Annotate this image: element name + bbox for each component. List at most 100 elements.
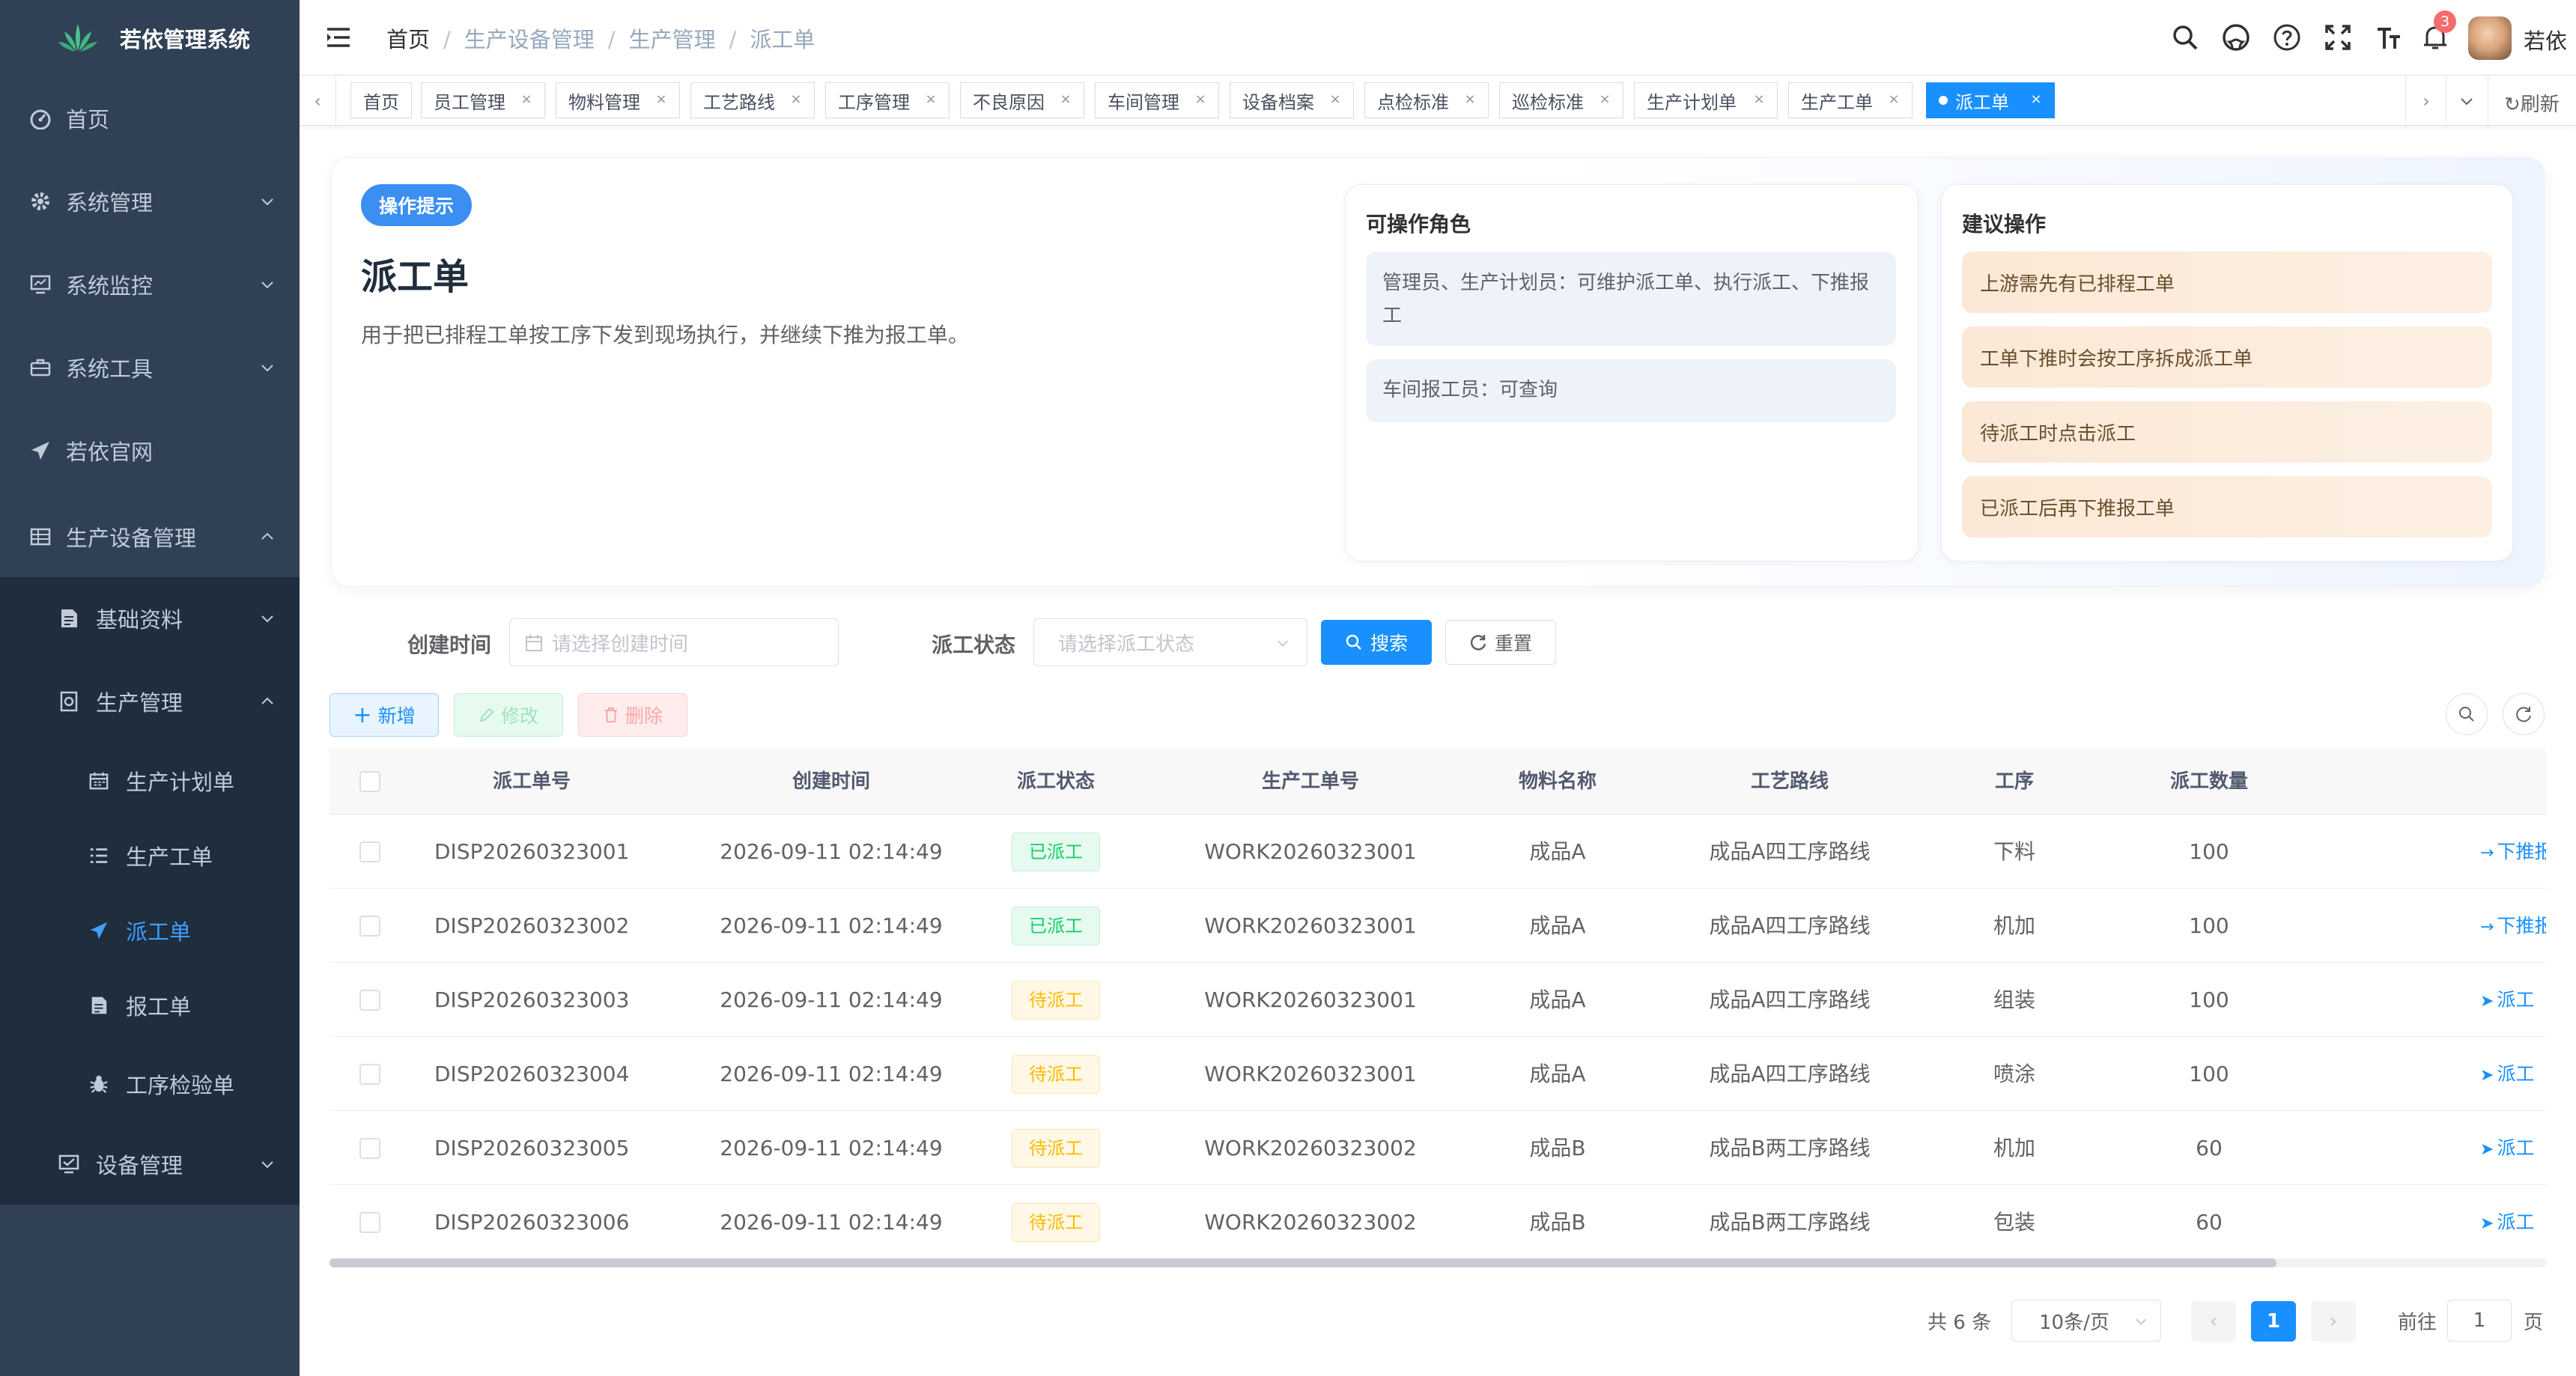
row-checkbox[interactable] [359,1212,380,1233]
reset-button[interactable]: 重置 [1445,620,1556,665]
delete-button[interactable]: 删除 [578,693,687,737]
close-icon[interactable]: × [2029,92,2044,107]
tag-patrol-standard[interactable]: 巡检标准 × [1499,82,1623,118]
tags-scroll-right-icon[interactable]: › [2408,83,2444,119]
tag-employee[interactable]: 员工管理 × [421,82,545,118]
sidebar-item-production-plan[interactable]: 生产计划单 [0,743,300,818]
tag-label: 工艺路线 [703,91,775,113]
user-name[interactable]: 若依 [2524,24,2567,55]
close-icon[interactable]: × [654,92,669,107]
close-icon[interactable]: × [1328,92,1343,107]
cell-route: 成品A四工序路线 [1709,987,1871,1012]
close-icon[interactable]: × [1058,92,1073,107]
tag-dispatch-order[interactable]: 派工单 × [1926,82,2055,118]
sidebar-item-production-equipment[interactable]: 生产设备管理 [0,496,300,578]
created-time-picker[interactable]: 请选择创建时间 [509,618,839,666]
dispatch-status-select[interactable]: 请选择派工状态 [1033,618,1307,666]
tag-home[interactable]: 首页 [350,82,412,118]
column-header[interactable]: 生产工单号 [1198,749,1423,815]
table-row[interactable]: DISP20260323002 2026-09-11 02:14:49 WORK20… [329,889,2546,963]
column-header[interactable]: 工艺路线 [1677,749,1902,815]
table-row[interactable]: DISP20260323005 2026-09-11 02:14:49 WORK20… [329,1111,2546,1185]
close-icon[interactable]: × [519,92,534,107]
goto-page-input[interactable]: 1 [2447,1300,2512,1342]
search-icon[interactable] [2170,22,2200,52]
sidebar-item-dispatch-order[interactable]: 派工单 [0,893,300,968]
avatar[interactable] [2468,16,2512,60]
tag-label: 派工单 [1955,91,2009,113]
push-report-button[interactable]: → 下推报 [2480,889,2546,963]
row-checkbox[interactable] [359,1064,380,1085]
row-checkbox[interactable] [359,990,380,1011]
close-icon[interactable]: × [1752,92,1767,107]
tag-material[interactable]: 物料管理 × [556,82,680,118]
search-button[interactable]: 搜索 [1321,620,1432,665]
column-header[interactable]: 创建时间 [719,749,944,815]
close-icon[interactable]: × [1462,92,1477,107]
tag-production-plan[interactable]: 生产计划单 × [1634,82,1778,118]
refresh-button[interactable]: ↻刷新 [2504,89,2560,117]
table-row[interactable]: DISP20260323001 2026-09-11 02:14:49 WORK20… [329,815,2546,889]
toggle-search-button[interactable] [2446,693,2488,735]
tag-process[interactable]: 工序管理 × [825,82,950,118]
cell-material: 成品A [1529,1062,1586,1086]
page-size-select[interactable]: 10条/页 [2011,1300,2161,1342]
horizontal-scrollbar[interactable] [329,1258,2546,1267]
sidebar-item-process-inspection[interactable]: 工序检验单 [0,1043,300,1125]
dispatch-button[interactable]: ➤ 派工 [2480,1111,2534,1185]
dispatch-button[interactable]: ➤ 派工 [2480,1185,2534,1259]
logo[interactable]: 若依管理系统 [0,0,300,75]
edit-button[interactable]: 修改 [454,693,563,737]
row-checkbox[interactable] [359,916,380,937]
refresh-table-button[interactable] [2503,693,2545,735]
sidebar-item-monitor[interactable]: 系统监控 [0,243,300,326]
font-size-icon[interactable] [2374,22,2404,52]
prev-page-button[interactable]: ‹ [2191,1301,2236,1342]
table-row[interactable]: DISP20260323003 2026-09-11 02:14:49 WORK20… [329,963,2546,1037]
column-header[interactable]: 工序 [1954,749,2074,815]
hamburger-icon[interactable] [325,24,352,51]
sidebar-item-work-order[interactable]: 生产工单 [0,818,300,893]
close-icon[interactable]: × [1597,92,1612,107]
tag-route[interactable]: 工艺路线 × [690,82,815,118]
close-icon[interactable]: × [923,92,938,107]
tag-check-standard[interactable]: 点检标准 × [1364,82,1489,118]
fullscreen-icon[interactable] [2323,22,2353,52]
tag-workshop[interactable]: 车间管理 × [1095,82,1219,118]
sidebar-item-system[interactable]: 系统管理 [0,160,300,243]
tag-work-order[interactable]: 生产工单 × [1788,82,1913,118]
close-icon[interactable]: × [1193,92,1208,107]
column-header[interactable]: 物料名称 [1475,749,1640,815]
sidebar-item-ruoyi-site[interactable]: 若依官网 [0,410,300,492]
table-row[interactable]: DISP20260323006 2026-09-11 02:14:49 WORK20… [329,1185,2546,1259]
push-report-button[interactable]: → 下推报 [2480,815,2546,889]
tags-scroll-left-icon[interactable]: ‹ [300,83,335,119]
next-page-button[interactable]: › [2311,1301,2356,1342]
column-header[interactable]: 派工数量 [2127,749,2291,815]
close-icon[interactable]: × [789,92,804,107]
help-icon[interactable] [2272,22,2302,52]
row-checkbox[interactable] [359,841,380,862]
sidebar-item-equipment-management[interactable]: 设备管理 [0,1123,300,1205]
sidebar-item-production-management[interactable]: 生产管理 [0,660,300,743]
tag-defect[interactable]: 不良原因 × [960,82,1084,118]
row-checkbox[interactable] [359,1138,380,1159]
sidebar-item-report-order[interactable]: 报工单 [0,968,300,1043]
sidebar-item-basic-data[interactable]: 基础资料 [0,577,300,660]
sidebar-item-home[interactable]: 首页 [0,77,300,159]
tags-dropdown-icon[interactable] [2449,83,2485,119]
github-icon[interactable] [2221,22,2251,52]
table-row[interactable]: DISP20260323004 2026-09-11 02:14:49 WORK20… [329,1037,2546,1111]
page-number-current[interactable]: 1 [2251,1301,2296,1342]
column-header[interactable]: 派工状态 [981,749,1131,815]
close-icon[interactable]: × [1886,92,1901,107]
sidebar-item-tools[interactable]: 系统工具 [0,326,300,409]
add-button[interactable]: + 新增 [329,693,439,737]
dispatch-button[interactable]: ➤ 派工 [2480,963,2534,1037]
column-header[interactable]: 派工单号 [434,749,629,815]
dispatch-button[interactable]: ➤ 派工 [2480,1037,2534,1111]
tag-equipment-archive[interactable]: 设备档案 × [1230,82,1354,118]
select-all-checkbox[interactable] [359,771,380,792]
breadcrumb-item[interactable]: 首页 [386,27,430,52]
scrollbar-thumb[interactable] [329,1258,2276,1267]
